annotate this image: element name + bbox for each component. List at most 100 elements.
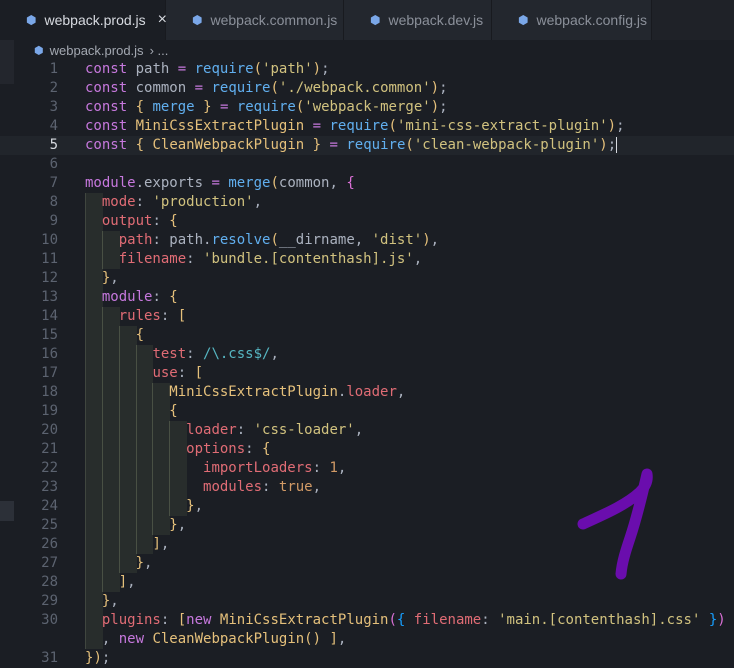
code-line[interactable]: 1 const path = require('path'); <box>0 60 734 79</box>
line-number: 26 <box>41 536 58 552</box>
code-text[interactable]: filename: 'bundle.[contenthash].js', <box>85 250 422 269</box>
line-number: 29 <box>41 593 58 609</box>
tab-label: webpack.dev.js <box>388 12 484 28</box>
code-line[interactable]: 12 }, <box>0 269 734 288</box>
code-line[interactable]: 11 filename: 'bundle.[contenthash].js', <box>0 250 734 269</box>
code-text[interactable]: }, <box>85 269 119 288</box>
code-line[interactable]: 6 <box>0 155 734 174</box>
line-number: 6 <box>49 156 58 172</box>
tab-label: webpack.prod.js <box>44 12 146 28</box>
code-line[interactable]: 24 }, <box>0 497 734 516</box>
line-number: 30 <box>41 612 58 628</box>
code-text[interactable]: const MiniCssExtractPlugin = require('mi… <box>85 117 625 136</box>
code-text[interactable]: const { merge } = require('webpack-merge… <box>85 98 448 117</box>
code-text[interactable]: }, <box>85 497 203 516</box>
code-text[interactable]: test: /\.css$/, <box>85 345 278 364</box>
code-line[interactable]: 26 ], <box>0 535 734 554</box>
code-line[interactable]: 30 plugins: [new MiniCssExtractPlugin({ … <box>0 611 734 630</box>
line-number: 11 <box>41 251 58 267</box>
code-editor[interactable]: 1 const path = require('path'); 2 const com… <box>0 60 734 666</box>
code-line[interactable]: 7 module.exports = merge(common, { <box>0 174 734 193</box>
code-line[interactable]: 15 { <box>0 326 734 345</box>
code-text[interactable]: use: [ <box>85 364 203 383</box>
line-number: 31 <box>41 650 58 666</box>
code-line[interactable]: 13 module: { <box>0 288 734 307</box>
code-text[interactable]: , new CleanWebpackPlugin() ], <box>85 630 347 649</box>
line-number: 19 <box>41 403 58 419</box>
line-number: 1 <box>49 61 58 77</box>
code-text[interactable]: mode: 'production', <box>85 193 262 212</box>
code-line[interactable]: 9 output: { <box>0 212 734 231</box>
code-text[interactable]: importLoaders: 1, <box>85 459 346 478</box>
line-number: 20 <box>41 422 58 438</box>
webpack-cube-icon: ⬢ <box>518 13 529 27</box>
code-line[interactable]: 2 const common = require('./webpack.commo… <box>0 79 734 98</box>
code-line[interactable]: 5 const { CleanWebpackPlugin } = require(… <box>0 136 734 155</box>
line-number: 10 <box>41 232 58 248</box>
gutter-marker <box>0 501 14 521</box>
code-line[interactable]: 4 const MiniCssExtractPlugin = require('m… <box>0 117 734 136</box>
code-text[interactable]: loader: 'css-loader', <box>85 421 363 440</box>
code-text[interactable]: const common = require('./webpack.common… <box>85 79 448 98</box>
breadcrumb[interactable]: ⬢ webpack.prod.js › ... <box>0 40 734 60</box>
code-line[interactable]: , new CleanWebpackPlugin() ], <box>0 630 734 649</box>
code-text[interactable]: rules: [ <box>85 307 186 326</box>
code-line[interactable]: 18 MiniCssExtractPlugin.loader, <box>0 383 734 402</box>
code-line[interactable]: 21 options: { <box>0 440 734 459</box>
tab-webpack-common[interactable]: ⬢ webpack.common.js <box>166 0 344 40</box>
code-line[interactable]: 31}); <box>0 649 734 668</box>
tab-label: webpack.config.js <box>536 12 647 28</box>
breadcrumb-file[interactable]: webpack.prod.js <box>50 43 144 58</box>
line-number: 2 <box>49 80 58 96</box>
line-number: 16 <box>41 346 58 362</box>
code-line[interactable]: 16 test: /\.css$/, <box>0 345 734 364</box>
line-number: 3 <box>49 99 58 115</box>
code-text[interactable]: { <box>85 402 177 421</box>
code-line[interactable]: 14 rules: [ <box>0 307 734 326</box>
line-number: 18 <box>41 384 58 400</box>
tab-webpack-prod[interactable]: ⬢ webpack.prod.js × <box>0 0 167 40</box>
tab-webpack-dev[interactable]: ⬢ webpack.dev.js <box>344 0 492 40</box>
code-text[interactable]: module: { <box>85 288 178 307</box>
text-cursor <box>616 137 618 153</box>
code-text[interactable]: modules: true, <box>85 478 321 497</box>
code-text[interactable]: ], <box>85 573 136 592</box>
code-line[interactable]: 19 { <box>0 402 734 421</box>
code-text[interactable]: }, <box>85 554 153 573</box>
code-text[interactable]: path: path.resolve(__dirname, 'dist'), <box>85 231 439 250</box>
code-text[interactable]: }); <box>85 649 110 668</box>
line-number: 12 <box>41 270 58 286</box>
code-line[interactable]: 22 importLoaders: 1, <box>0 459 734 478</box>
line-number: 14 <box>41 308 58 324</box>
line-number: 22 <box>41 460 58 476</box>
code-line[interactable]: 10 path: path.resolve(__dirname, 'dist')… <box>0 231 734 250</box>
code-line[interactable]: 8 mode: 'production', <box>0 193 734 212</box>
line-number: 8 <box>49 194 58 210</box>
code-line[interactable]: 28 ], <box>0 573 734 592</box>
line-number: 27 <box>41 555 58 571</box>
tab-bar: ⬢ webpack.prod.js × ⬢ webpack.common.js … <box>0 0 734 40</box>
line-number: 4 <box>49 118 58 134</box>
webpack-cube-icon: ⬢ <box>370 13 381 27</box>
code-text[interactable]: MiniCssExtractPlugin.loader, <box>85 383 405 402</box>
code-text[interactable]: options: { <box>85 440 270 459</box>
code-text[interactable]: const { CleanWebpackPlugin } = require('… <box>85 136 618 155</box>
code-line[interactable]: 17 use: [ <box>0 364 734 383</box>
breadcrumb-rest[interactable]: › ... <box>150 43 169 58</box>
code-text[interactable]: { <box>85 326 144 345</box>
code-text[interactable]: ], <box>85 535 169 554</box>
code-line[interactable]: 27 }, <box>0 554 734 573</box>
code-text[interactable]: }, <box>85 592 119 611</box>
code-text[interactable]: }, <box>85 516 186 535</box>
code-line[interactable]: 23 modules: true, <box>0 478 734 497</box>
tab-webpack-config[interactable]: ⬢ webpack.config.js <box>492 0 652 40</box>
code-text[interactable]: plugins: [new MiniCssExtractPlugin({ fil… <box>85 611 726 630</box>
code-line[interactable]: 3 const { merge } = require('webpack-merg… <box>0 98 734 117</box>
code-text[interactable]: output: { <box>85 212 178 231</box>
code-text[interactable]: const path = require('path'); <box>85 60 330 79</box>
code-line[interactable]: 20 loader: 'css-loader', <box>0 421 734 440</box>
code-line[interactable]: 25 }, <box>0 516 734 535</box>
code-line[interactable]: 29 }, <box>0 592 734 611</box>
code-text[interactable]: module.exports = merge(common, { <box>85 174 355 193</box>
line-number: 15 <box>41 327 58 343</box>
